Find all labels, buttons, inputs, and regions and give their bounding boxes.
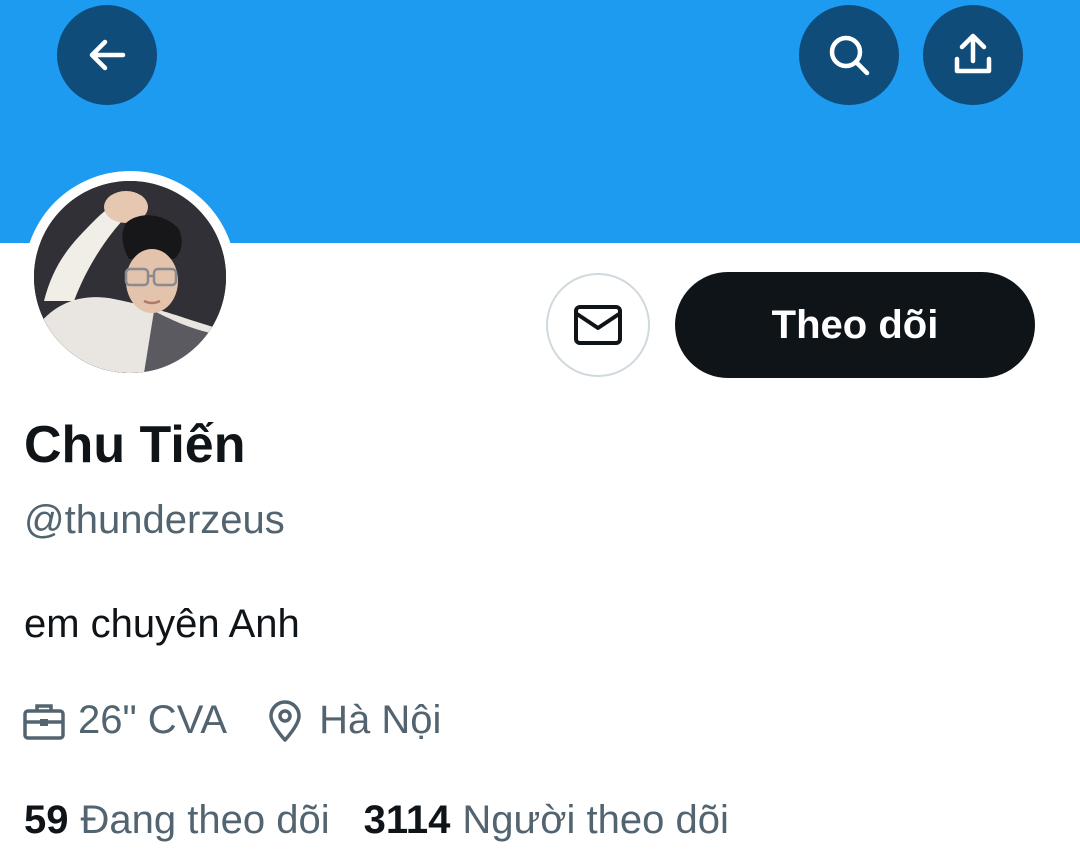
followers-count: 3114 xyxy=(363,798,451,842)
following-link[interactable]: 59 Đang theo dõi xyxy=(24,798,330,843)
profile-handle: @thunderzeus xyxy=(24,498,285,542)
avatar[interactable] xyxy=(34,181,226,373)
avatar-photo xyxy=(34,181,226,373)
avatar-frame xyxy=(24,171,236,383)
followers-label: Người theo dõi xyxy=(462,798,729,842)
followers-link[interactable]: 3114 Người theo dõi xyxy=(364,798,729,843)
work-item: 26" CVA xyxy=(22,698,227,743)
profile-meta: 26" CVA Hà Nội xyxy=(22,698,441,743)
share-button[interactable] xyxy=(923,5,1023,105)
profile-name: Chu Tiến xyxy=(24,416,246,474)
location-item: Hà Nội xyxy=(263,698,441,743)
envelope-icon xyxy=(574,305,622,345)
search-icon xyxy=(829,35,870,76)
location-text: Hà Nội xyxy=(319,698,442,742)
briefcase-icon xyxy=(23,703,65,740)
following-count: 59 xyxy=(24,798,69,842)
location-pin-icon xyxy=(269,699,301,742)
message-button[interactable] xyxy=(546,273,650,377)
work-text: 26" CVA xyxy=(78,698,228,742)
profile-bio: em chuyên Anh xyxy=(24,602,300,646)
search-button[interactable] xyxy=(799,5,899,105)
follow-button[interactable]: Theo dõi xyxy=(675,272,1035,378)
back-button[interactable] xyxy=(57,5,157,105)
profile-page: Theo dõi Chu Tiến @thunderzeus em chuyên… xyxy=(0,0,1080,863)
share-upload-icon xyxy=(954,33,992,74)
profile-stats: 59 Đang theo dõi 3114 Người theo dõi xyxy=(24,798,729,843)
arrow-left-icon xyxy=(89,39,126,71)
following-label: Đang theo dõi xyxy=(80,798,330,842)
